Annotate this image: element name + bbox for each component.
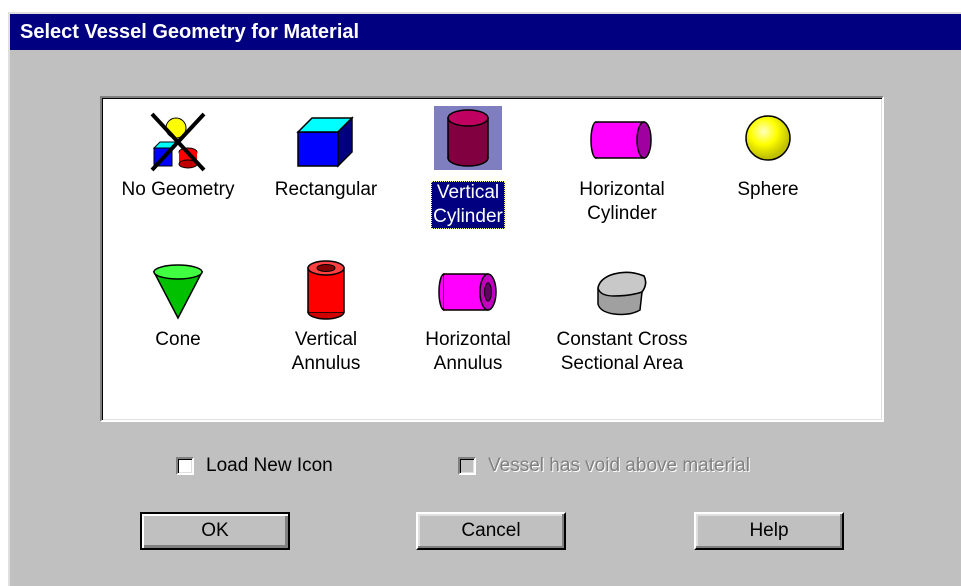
select-geometry-dialog: Select Vessel Geometry for Material No G… (8, 12, 961, 586)
geometry-item-cone[interactable]: Cone (108, 258, 248, 352)
geometry-item-constant-cross-section[interactable]: Constant Cross Sectional Area (534, 258, 710, 376)
rectangular-box-icon (296, 116, 354, 168)
geometry-label: Rectangular (274, 179, 378, 200)
selection-highlight (434, 106, 502, 170)
void-above-material-label: Vessel has void above material (488, 455, 750, 476)
constant-cross-section-icon (597, 271, 647, 316)
sphere-icon (745, 115, 791, 161)
geometry-label: Sphere (737, 179, 799, 200)
checkbox-box[interactable] (176, 457, 194, 475)
ok-button[interactable]: OK (140, 512, 290, 550)
no-geometry-icon (150, 112, 206, 172)
geometry-label: Horizontal Cylinder (579, 179, 665, 224)
geometry-list[interactable]: No Geometry Rectangular Vertical Cylinde… (100, 96, 884, 422)
cancel-button[interactable]: Cancel (416, 512, 566, 550)
load-new-icon-label: Load New Icon (206, 455, 333, 476)
geometry-item-rectangular[interactable]: Rectangular (256, 108, 396, 202)
vertical-annulus-icon (307, 260, 345, 320)
geometry-item-vertical-annulus[interactable]: Vertical Annulus (256, 258, 396, 376)
cone-icon (152, 264, 204, 320)
checkbox-box (458, 457, 476, 475)
dialog-title: Select Vessel Geometry for Material (10, 14, 961, 50)
geometry-label: Vertical Annulus (291, 329, 361, 374)
help-button[interactable]: Help (694, 512, 844, 550)
horizontal-cylinder-icon (590, 121, 652, 159)
vertical-cylinder-icon (447, 109, 489, 167)
geometry-item-horizontal-cylinder[interactable]: Horizontal Cylinder (552, 108, 692, 226)
geometry-label: Vertical Cylinder (431, 181, 505, 229)
geometry-item-sphere[interactable]: Sphere (698, 108, 838, 202)
geometry-item-horizontal-annulus[interactable]: Horizontal Annulus (398, 258, 538, 376)
geometry-item-vertical-cylinder[interactable]: Vertical Cylinder (398, 106, 538, 229)
geometry-label: Constant Cross Sectional Area (556, 329, 688, 374)
geometry-label: Cone (155, 329, 201, 350)
geometry-label: No Geometry (121, 179, 235, 200)
geometry-label: Horizontal Annulus (425, 329, 511, 374)
geometry-item-no-geometry[interactable]: No Geometry (108, 108, 248, 202)
horizontal-annulus-icon (438, 273, 497, 311)
